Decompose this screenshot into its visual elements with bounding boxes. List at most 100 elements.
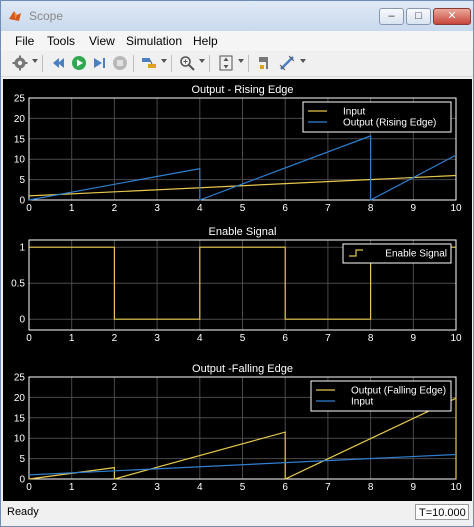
legend-label: Enable Signal	[385, 249, 447, 260]
toolbar-separator	[248, 55, 249, 72]
chart-panel: Output -Falling Edge 0 1 2 3 4 5 6 7 8 9 10 0 5 10 15 20…	[14, 363, 462, 493]
chevron-down-icon[interactable]	[199, 59, 205, 63]
menu-help[interactable]: Help	[193, 34, 218, 48]
chevron-down-icon[interactable]	[238, 59, 244, 63]
x-tick-label: 1	[69, 333, 75, 344]
cursor-measure-icon[interactable]	[279, 55, 295, 71]
y-tick-label: 25	[14, 94, 26, 105]
chevron-down-icon[interactable]	[161, 59, 167, 63]
x-tick-label: 4	[197, 482, 203, 493]
y-tick-label: 1	[19, 243, 25, 254]
highlight-icon[interactable]	[141, 55, 157, 71]
menu-simulation[interactable]: Simulation	[126, 34, 182, 48]
scope-window: Scope ‒ □ ✕ File Tools View Simulation H…	[0, 0, 474, 527]
minimize-icon: ‒	[388, 10, 395, 22]
x-tick-label: 8	[368, 203, 374, 214]
plot-area: Output - Rising Edge 0 1 2 3 4 5 6 7 8 9 10 0 5 10 15 20…	[3, 79, 472, 501]
status-bar: Ready T=10.000	[1, 501, 473, 526]
simulation-time: T=10.000	[415, 504, 469, 520]
y-tick-label: 15	[14, 413, 26, 424]
x-tick-label: 1	[69, 203, 75, 214]
x-tick-label: 5	[240, 482, 246, 493]
x-tick-label: 4	[197, 203, 203, 214]
maximize-icon: □	[415, 10, 422, 22]
maximize-button[interactable]: □	[406, 8, 431, 25]
x-tick-label: 9	[411, 203, 417, 214]
x-tick-label: 6	[282, 333, 288, 344]
x-tick-label: 9	[411, 333, 417, 344]
y-tick-label: 5	[19, 454, 25, 465]
legend-label: Output (Rising Edge)	[343, 118, 436, 129]
x-tick-label: 4	[197, 333, 203, 344]
menu-view[interactable]: View	[89, 34, 115, 48]
x-tick-label: 5	[240, 203, 246, 214]
x-tick-label: 3	[154, 482, 160, 493]
y-tick-label: 10	[14, 155, 26, 166]
x-tick-label: 0	[26, 203, 32, 214]
title-bar[interactable]: Scope ‒ □ ✕	[1, 1, 473, 31]
x-tick-label: 6	[282, 482, 288, 493]
x-tick-label: 2	[112, 333, 118, 344]
x-tick-label: 2	[112, 203, 118, 214]
scope-plots[interactable]: Output - Rising Edge0 1 2 3 4 5 6 7 8 9 1005101520…	[3, 79, 472, 501]
x-tick-label: 10	[450, 203, 462, 214]
chart-title: Output - Rising Edge	[191, 84, 293, 96]
x-tick-label: 7	[325, 333, 331, 344]
x-tick-label: 10	[450, 333, 462, 344]
x-tick-label: 0	[26, 333, 32, 344]
x-tick-label: 2	[112, 482, 118, 493]
x-tick-label: 7	[325, 482, 331, 493]
x-tick-label: 6	[282, 203, 288, 214]
step-forward-icon[interactable]	[91, 55, 107, 71]
x-tick-label: 3	[154, 333, 160, 344]
toolbar-separator	[133, 55, 134, 72]
y-tick-label: 5	[19, 175, 25, 186]
x-tick-label: 8	[368, 333, 374, 344]
x-tick-label: 10	[450, 482, 462, 493]
legend-label: Input	[343, 107, 365, 118]
chevron-down-icon[interactable]	[32, 59, 38, 63]
menu-tools[interactable]: Tools	[47, 34, 75, 48]
rewind-icon[interactable]	[50, 55, 66, 71]
legend-label: Output (Falling Edge)	[351, 386, 446, 397]
chart-title: Enable Signal	[209, 226, 277, 238]
x-tick-label: 3	[154, 203, 160, 214]
y-tick-label: 15	[14, 134, 26, 145]
chevron-down-icon[interactable]	[300, 59, 306, 63]
y-tick-label: 0	[19, 315, 25, 326]
menu-bar: File Tools View Simulation Help	[1, 31, 473, 51]
run-icon[interactable]	[71, 55, 87, 71]
minimize-button[interactable]: ‒	[379, 8, 404, 25]
x-tick-label: 1	[69, 482, 75, 493]
matlab-logo-icon	[9, 11, 21, 21]
menu-file[interactable]: File	[15, 34, 34, 48]
x-tick-label: 7	[325, 203, 331, 214]
zoom-icon[interactable]	[179, 55, 195, 71]
x-tick-label: 9	[411, 482, 417, 493]
y-tick-label: 0	[19, 196, 25, 207]
x-tick-label: 5	[240, 333, 246, 344]
legend-label: Input	[351, 397, 373, 408]
y-tick-label: 25	[14, 373, 26, 384]
style-icon[interactable]	[257, 55, 273, 71]
toolbar-separator	[42, 55, 43, 72]
close-button[interactable]: ✕	[433, 8, 471, 25]
toolbar-separator	[171, 55, 172, 72]
gear-icon[interactable]	[12, 55, 28, 71]
window-title: Scope	[29, 9, 64, 23]
toolbar	[1, 51, 473, 77]
toolbar-separator	[209, 55, 210, 72]
chart-panel: Enable Signal 0 1 2 3 4 5 6 7 8 9 10 0 0.5 1 Enable Sig…	[11, 226, 462, 344]
x-tick-label: 8	[368, 482, 374, 493]
chart-title: Output -Falling Edge	[192, 363, 293, 375]
chart-panel: Output - Rising Edge 0 1 2 3 4 5 6 7 8 9 10 0 5 10 15 20…	[14, 84, 462, 214]
x-tick-label: 0	[26, 482, 32, 493]
status-text: Ready	[7, 506, 39, 518]
stop-icon[interactable]	[112, 55, 128, 71]
close-icon: ✕	[447, 10, 457, 22]
y-tick-label: 0.5	[11, 279, 25, 290]
y-tick-label: 20	[14, 114, 26, 125]
y-tick-label: 10	[14, 434, 26, 445]
fit-icon[interactable]	[218, 55, 234, 71]
y-tick-label: 0	[19, 475, 25, 486]
